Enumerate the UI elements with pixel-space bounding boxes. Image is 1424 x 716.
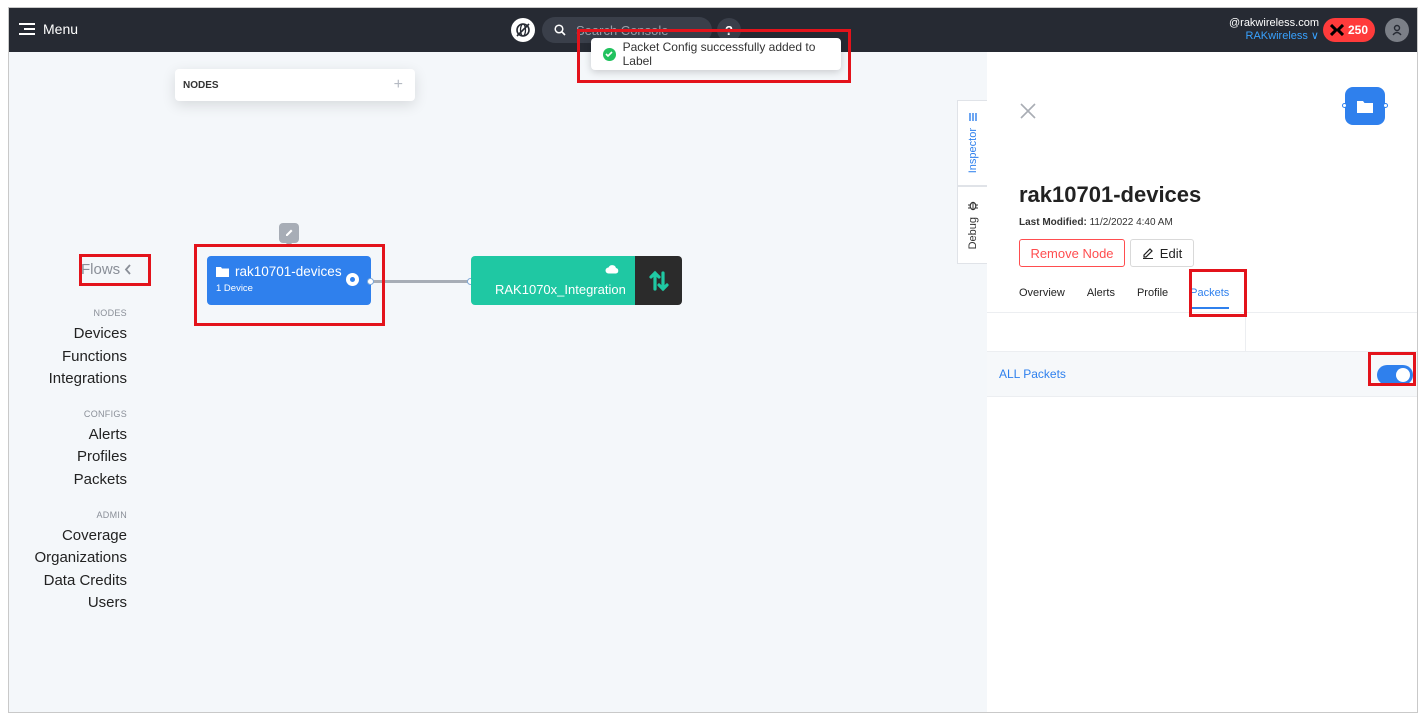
nav-section-admin: ADMIN (96, 509, 127, 520)
nodes-panel: NODES + (175, 69, 415, 101)
node-output-port[interactable] (346, 273, 359, 286)
inspector-lines-icon (968, 113, 977, 122)
device-label-node[interactable]: rak10701-devices 1 Device (207, 256, 371, 305)
packets-config-row: ALL Packets (987, 351, 1417, 397)
helium-logo-icon (1329, 24, 1344, 36)
tabs-divider (987, 312, 1417, 313)
sidebar-item-functions[interactable]: Functions (34, 346, 127, 369)
sidebar-nav: NODES Devices Functions Integrations CON… (34, 308, 127, 615)
folder-icon (1357, 100, 1373, 113)
app-window: Menu ? @rakwireless.com RAKwireless ∨ 25… (8, 7, 1418, 713)
sidebar-item-users[interactable]: Users (34, 592, 127, 615)
tab-debug[interactable]: Debug (957, 186, 987, 264)
account-menu[interactable]: @rakwireless.com RAKwireless ∨ (1229, 17, 1319, 43)
edit-button-label: Edit (1159, 245, 1183, 261)
close-icon[interactable] (1019, 102, 1037, 120)
side-tabs: Inspector Debug (957, 100, 987, 264)
check-circle-icon (603, 47, 616, 61)
device-node-name: rak10701-devices (235, 264, 342, 279)
tab-overview[interactable]: Overview (1019, 287, 1065, 309)
user-avatar[interactable] (1385, 18, 1409, 42)
edit-button[interactable]: Edit (1130, 239, 1194, 267)
last-modified-label: Last Modified: (1019, 217, 1087, 228)
column-divider (1245, 313, 1246, 351)
chevron-left-icon (124, 264, 131, 275)
inspector-tabs: Overview Alerts Profile Packets (1019, 287, 1251, 309)
integration-logo-icon (635, 256, 682, 305)
integration-node[interactable]: RAK1070x_Integration (471, 256, 635, 305)
nav-section-nodes: NODES (93, 308, 127, 318)
sidebar-item-integrations[interactable]: Integrations (34, 368, 127, 391)
user-icon (1392, 24, 1402, 36)
flows-label: Flows (81, 261, 121, 278)
tab-inspector[interactable]: Inspector (957, 100, 987, 186)
last-modified: Last Modified: 11/2/2022 4:40 AM (1019, 217, 1173, 228)
sidebar-item-data-credits[interactable]: Data Credits (34, 570, 127, 593)
toast-message: Packet Config successfully added to Labe… (622, 40, 816, 68)
tab-packets[interactable]: Packets (1190, 287, 1230, 309)
bug-icon (967, 202, 978, 211)
credits-count: 250 (1347, 23, 1369, 37)
search-input[interactable] (576, 22, 696, 38)
tab-debug-label: Debug (966, 217, 979, 250)
pencil-icon (286, 229, 293, 236)
account-email: @rakwireless.com (1228, 17, 1319, 29)
data-credits-badge[interactable]: 250 (1323, 18, 1375, 42)
tab-inspector-label: Inspector (966, 128, 979, 174)
sidebar-item-packets[interactable]: Packets (34, 469, 127, 492)
folder-icon (216, 267, 229, 277)
cloud-icon (605, 265, 619, 274)
all-packets-toggle[interactable] (1377, 365, 1413, 385)
integration-node-name: RAK1070x_Integration (495, 282, 626, 297)
success-toast: Packet Config successfully added to Labe… (591, 38, 841, 70)
organization-selector[interactable]: RAKwireless ∨ (1229, 30, 1319, 43)
last-modified-value: 11/2/2022 4:40 AM (1089, 217, 1173, 228)
label-folder-badge (1342, 87, 1388, 125)
tab-profile[interactable]: Profile (1137, 287, 1168, 309)
menu-button[interactable]: Menu (19, 21, 78, 37)
sidebar-item-alerts[interactable]: Alerts (34, 424, 127, 447)
sidebar-item-organizations[interactable]: Organizations (34, 547, 127, 570)
add-node-button[interactable]: + (394, 76, 403, 94)
tab-alerts[interactable]: Alerts (1087, 287, 1115, 309)
menu-icon (19, 23, 35, 35)
network-globe-icon[interactable] (511, 18, 535, 42)
connection-start-dot[interactable] (367, 278, 374, 285)
all-packets-label: ALL Packets (999, 367, 1066, 381)
flows-toggle[interactable]: Flows (81, 261, 132, 278)
sidebar-item-profiles[interactable]: Profiles (34, 446, 127, 469)
inspector-panel: rak10701-devices Last Modified: 11/2/202… (987, 52, 1417, 712)
sidebar-item-coverage[interactable]: Coverage (34, 525, 127, 548)
edit-node-button[interactable] (279, 223, 299, 247)
nodes-panel-title: NODES (183, 79, 219, 91)
nav-section-configs: CONFIGS (83, 408, 127, 419)
pencil-icon (1142, 248, 1153, 259)
search-icon (554, 24, 566, 36)
flow-connection[interactable] (371, 280, 471, 283)
node-title: rak10701-devices (1019, 182, 1202, 207)
sidebar-item-devices[interactable]: Devices (34, 323, 127, 346)
menu-label: Menu (43, 21, 79, 37)
remove-node-button[interactable]: Remove Node (1019, 239, 1125, 267)
